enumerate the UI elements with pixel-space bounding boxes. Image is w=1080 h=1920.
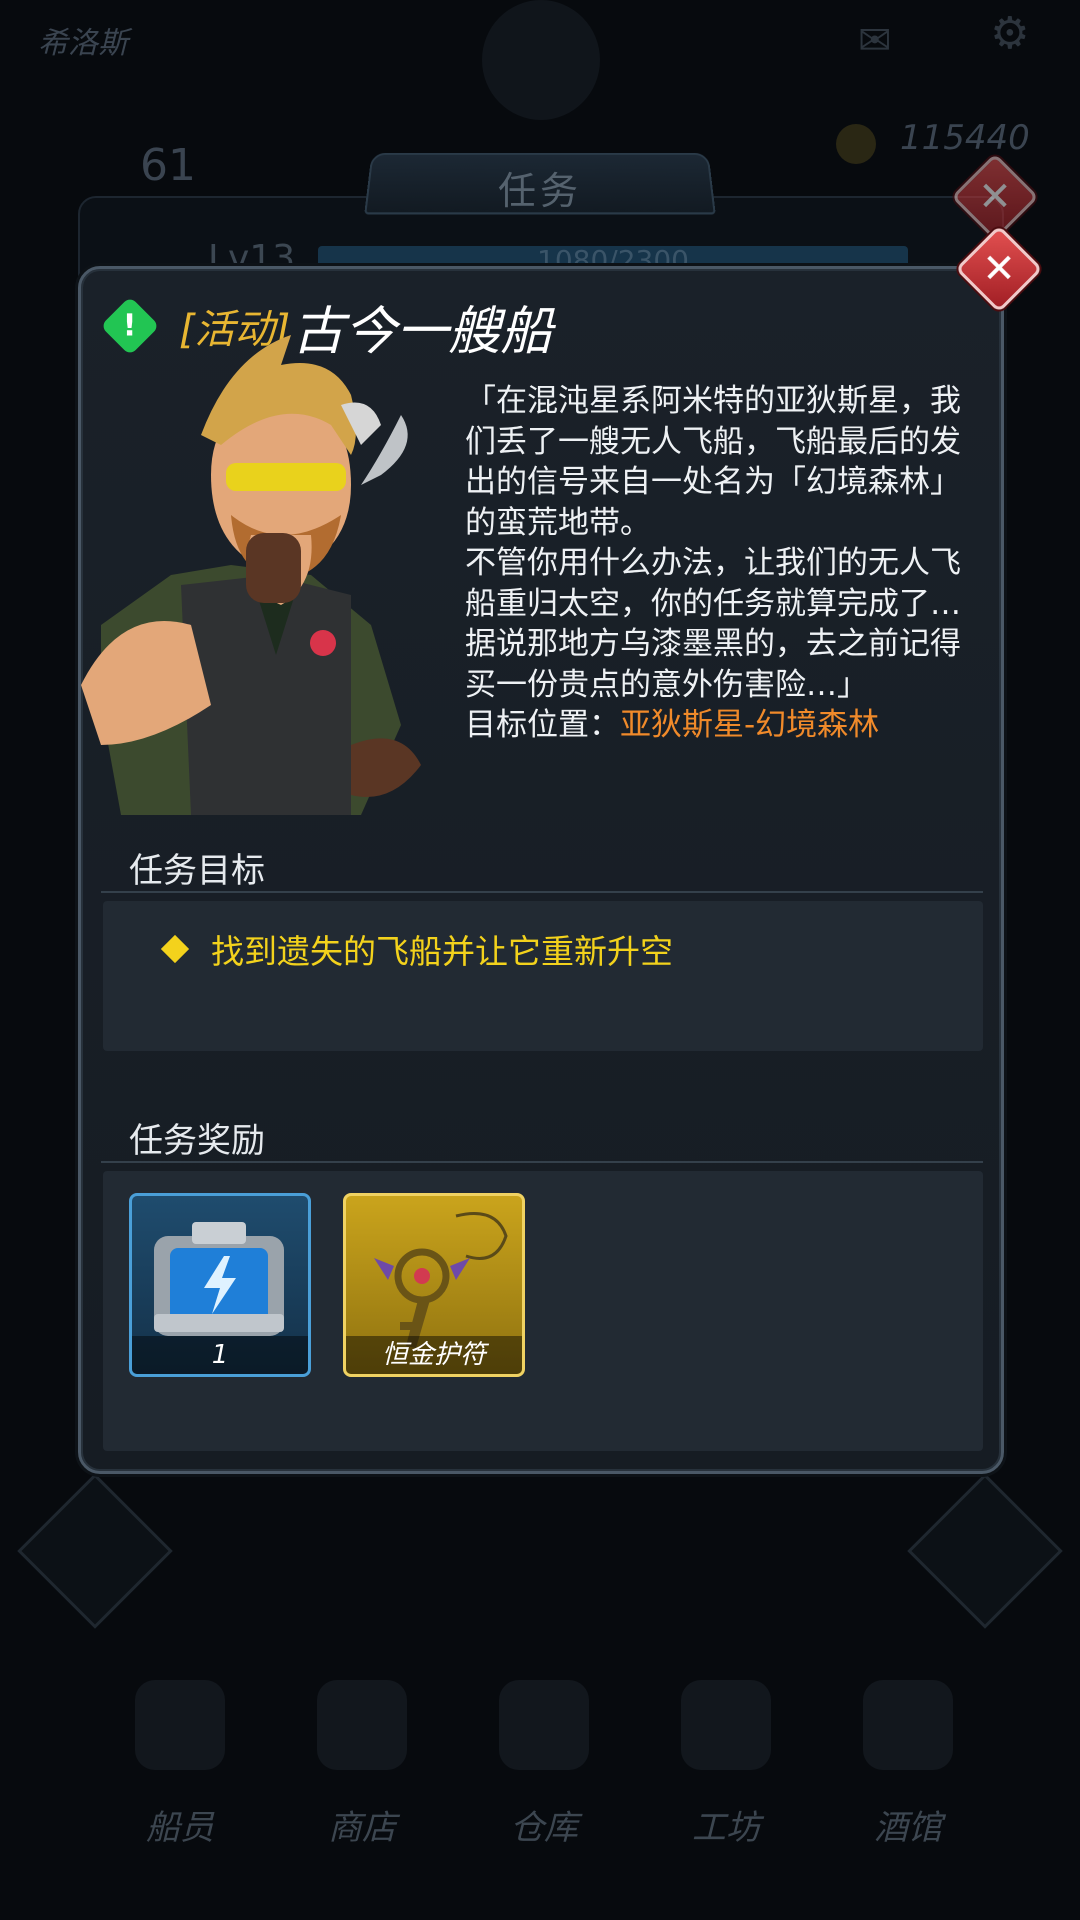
nav-label: 商店 [328, 1808, 396, 1848]
rewards-label: 任务奖励 [129, 1121, 265, 1161]
reward-item[interactable]: 恒金护符 [343, 1193, 525, 1377]
shop-icon [317, 1680, 407, 1770]
target-location: 亚狄斯星-幻境森林 [620, 707, 880, 743]
nav-label: 船员 [146, 1808, 214, 1848]
close-icon: ✕ [978, 174, 1012, 220]
currency-amount: 115440 [900, 118, 1030, 158]
objective-item: 找到遗失的飞船并让它重新升空 [160, 925, 673, 973]
story-paragraph: 不管你用什么办法，让我们的无人飞船重归太空，你的任务就算完成了… [465, 545, 961, 622]
quest-giver-portrait [81, 335, 421, 815]
nav-workshop[interactable]: 工坊 [646, 1680, 806, 1849]
side-menu-button-right[interactable] [907, 1473, 1063, 1629]
avatar[interactable] [482, 0, 600, 120]
quest-dialog: ! [活动] 古今一艘船 「在混沌星系阿米特的亚狄斯星，我们丢了一艘无人飞船，飞… [78, 266, 1004, 1474]
divider [101, 891, 983, 893]
side-menu-button-left[interactable] [17, 1473, 173, 1629]
objectives-box: 找到遗失的飞船并让它重新升空 [103, 901, 983, 1051]
nav-label: 酒馆 [874, 1808, 942, 1848]
nav-tavern[interactable]: 酒馆 [828, 1680, 988, 1849]
nav-label: 仓库 [510, 1808, 578, 1848]
player-name: 希洛斯 [38, 26, 128, 61]
nav-warehouse[interactable]: 仓库 [464, 1680, 624, 1849]
target-label: 目标位置： [465, 707, 620, 743]
objectives-label: 任务目标 [129, 851, 265, 891]
workshop-icon [681, 1680, 771, 1770]
reward-name: 恒金护符 [346, 1336, 522, 1374]
coin-icon [836, 124, 876, 164]
nav-crew[interactable]: 船员 [100, 1680, 260, 1849]
target-line: 目标位置：亚狄斯星-幻境森林 [465, 705, 985, 746]
story-paragraph: 据说那地方乌漆墨黑的，去之前记得买一份贵点的意外伤害险…」 [465, 626, 961, 703]
quest-description: 「在混沌星系阿米特的亚狄斯星，我们丢了一艘无人飞船，飞船最后的发出的信号来自一处… [465, 381, 985, 746]
diamond-bullet-icon [160, 934, 190, 964]
screen: 希洛斯 ✉ ⚙ 61 115440 任务 Lv13 1080/2300 船员 商… [0, 0, 1080, 1920]
reward-item[interactable]: 1 [129, 1193, 311, 1377]
reward-quantity: 1 [132, 1336, 308, 1374]
warehouse-icon [499, 1680, 589, 1770]
settings-gear-icon[interactable]: ⚙ [990, 8, 1029, 59]
crew-icon [135, 1680, 225, 1770]
stat-value: 61 [140, 140, 196, 191]
nav-label: 工坊 [692, 1808, 760, 1848]
divider [101, 1161, 983, 1163]
objective-text: 找到遗失的飞船并让它重新升空 [211, 932, 673, 971]
story-paragraph: 「在混沌星系阿米特的亚狄斯星，我们丢了一艘无人飞船，飞船最后的发出的信号来自一处… [465, 383, 961, 541]
nav-shop[interactable]: 商店 [282, 1680, 442, 1849]
mail-icon[interactable]: ✉ [858, 18, 892, 64]
close-icon: ✕ [982, 246, 1016, 292]
rewards-box: 1 恒金护符 [103, 1171, 983, 1451]
tavern-icon [863, 1680, 953, 1770]
panel-title: 任务 [497, 169, 582, 213]
